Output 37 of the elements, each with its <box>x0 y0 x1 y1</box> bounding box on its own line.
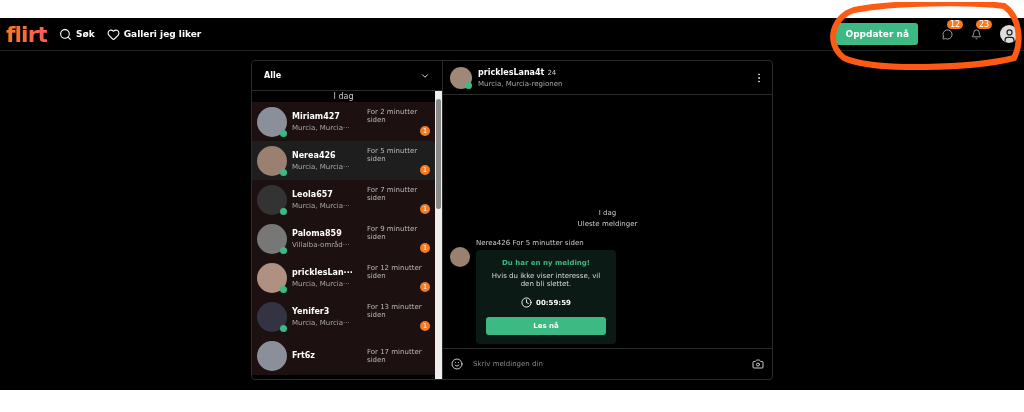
avatar <box>257 106 287 137</box>
contact-name: pricklesLan··· <box>292 267 354 277</box>
contact-name: Frt6z <box>292 351 316 360</box>
chat-bubble-icon[interactable] <box>942 28 953 40</box>
contact-name: pricklesLana4t <box>478 67 545 77</box>
nav-link[interactable]: Galleri jeg liker <box>106 27 202 41</box>
avatar <box>450 66 472 89</box>
avatar <box>257 301 287 332</box>
online-dot <box>280 168 287 176</box>
avatar <box>257 145 287 176</box>
online-dot <box>280 246 287 254</box>
contact-name: Yenifer3 <box>292 306 331 316</box>
count-badge: 12 <box>947 19 964 29</box>
online-dot <box>280 129 287 137</box>
avatar <box>450 247 470 267</box>
bell-icon[interactable] <box>971 28 982 40</box>
scrollbar[interactable] <box>435 91 442 379</box>
heart-icon <box>106 27 120 41</box>
day-label: I dag <box>332 91 355 102</box>
avatar <box>257 340 287 371</box>
clock-icon <box>521 297 533 308</box>
online-dot <box>280 285 287 293</box>
avatar <box>257 223 287 254</box>
emoji-icon[interactable] <box>451 358 463 370</box>
count-badge: 23 <box>976 19 993 29</box>
nav-link[interactable]: Søk <box>59 27 95 41</box>
camera-icon[interactable] <box>752 358 764 370</box>
filter-dropdown[interactable]: Alle <box>252 61 442 91</box>
avatar <box>257 184 287 215</box>
avatar <box>257 262 287 293</box>
online-dot <box>280 207 287 215</box>
search-icon <box>59 27 73 41</box>
contact-name: Miriam427 <box>292 111 341 121</box>
contact-name: Leola657 <box>292 189 334 199</box>
online-dot <box>280 324 287 332</box>
contact-name: Paloma859 <box>292 228 343 238</box>
contact-name: Nerea426 <box>292 150 337 160</box>
